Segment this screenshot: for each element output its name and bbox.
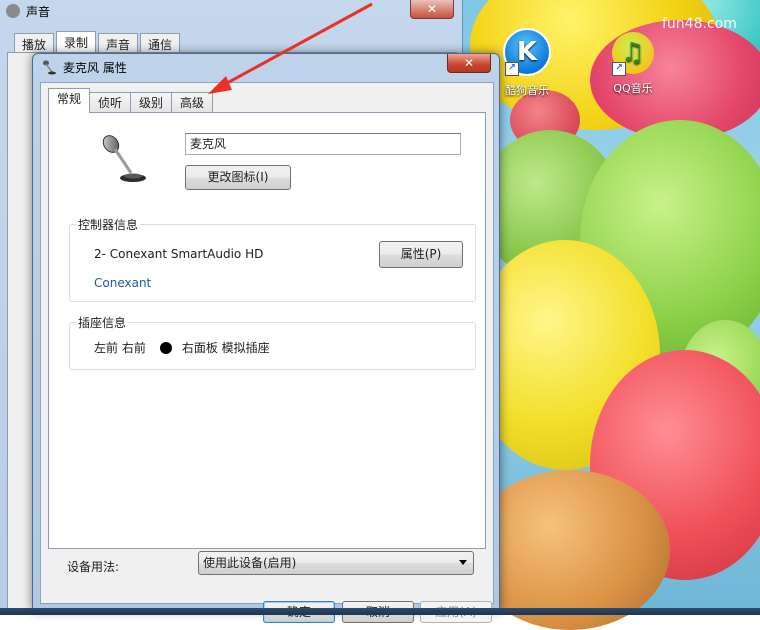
general-tab-page: 麦克风 更改图标(I) 控制器信息 2- Conexant SmartAudio… xyxy=(48,112,486,549)
desktop-icon-label: QQ音乐 xyxy=(613,82,653,95)
jack-position: 左前 右前 xyxy=(94,341,146,355)
desktop-icon-kugou-music[interactable]: K ↗ 酷狗音乐 xyxy=(492,28,562,98)
tab-listen[interactable]: 侦听 xyxy=(89,92,132,113)
kugou-icon: K ↗ xyxy=(503,28,551,76)
device-name-input[interactable]: 麦克风 xyxy=(185,133,461,155)
controller-properties-button[interactable]: 属性(P) xyxy=(379,241,463,268)
tab-advanced[interactable]: 高级 xyxy=(171,92,214,113)
device-usage-select[interactable]: 使用此设备(启用) xyxy=(198,551,474,575)
watermark: fun48.com xyxy=(662,16,737,32)
shortcut-arrow-icon: ↗ xyxy=(505,62,519,76)
change-icon-button[interactable]: 更改图标(I) xyxy=(185,165,291,190)
qq-music-icon: ♫ ↗ xyxy=(612,32,654,76)
dialog-title: 麦克风 属性 xyxy=(63,60,127,75)
jack-color-dot xyxy=(159,341,172,354)
desktop-icon-label: 酷狗音乐 xyxy=(505,84,549,97)
balloon xyxy=(470,470,670,630)
desktop-icon-qq-music[interactable]: ♫ ↗ QQ音乐 xyxy=(598,32,668,96)
sound-window-titlebar[interactable]: 声音 xyxy=(0,0,462,22)
device-usage-value: 使用此设备(启用) xyxy=(203,556,297,570)
jack-info-title: 插座信息 xyxy=(76,314,129,331)
jack-info-group: 插座信息 左前 右前 右面板 模拟插座 xyxy=(69,314,476,370)
microphone-icon xyxy=(43,60,56,75)
dropdown-arrow-icon xyxy=(459,560,467,565)
controller-info-group: 控制器信息 2- Conexant SmartAudio HD Conexant… xyxy=(69,216,476,302)
microphone-icon xyxy=(102,135,146,182)
controller-name: 2- Conexant SmartAudio HD xyxy=(94,247,264,261)
dialog-titlebar[interactable]: 麦克风 属性 xyxy=(33,54,499,80)
shortcut-arrow-icon: ↗ xyxy=(612,62,626,76)
jack-info-row: 左前 右前 右面板 模拟插座 xyxy=(94,339,270,356)
controller-info-title: 控制器信息 xyxy=(76,216,141,233)
jack-location: 右面板 模拟插座 xyxy=(181,341,270,355)
tab-general[interactable]: 常规 xyxy=(48,88,91,113)
taskbar xyxy=(0,608,760,615)
tab-levels[interactable]: 级别 xyxy=(130,92,173,113)
dialog-close-button[interactable]: ✕ xyxy=(447,54,491,73)
microphone-properties-dialog: 麦克风 属性 ✕ 常规 侦听 级别 高级 麦克风 更改图标(I) 控制器信息 2… xyxy=(32,53,500,623)
dialog-client-area: 常规 侦听 级别 高级 麦克风 更改图标(I) 控制器信息 2- Conexan… xyxy=(40,82,494,623)
dialog-tabs: 常规 侦听 级别 高级 xyxy=(48,88,214,113)
speaker-icon xyxy=(6,4,20,18)
sound-window-close-button[interactable]: ✕ xyxy=(410,0,454,19)
device-usage-label: 设备用法: xyxy=(67,560,120,574)
sound-window-title: 声音 xyxy=(26,4,51,19)
controller-vendor-link[interactable]: Conexant xyxy=(94,276,151,290)
